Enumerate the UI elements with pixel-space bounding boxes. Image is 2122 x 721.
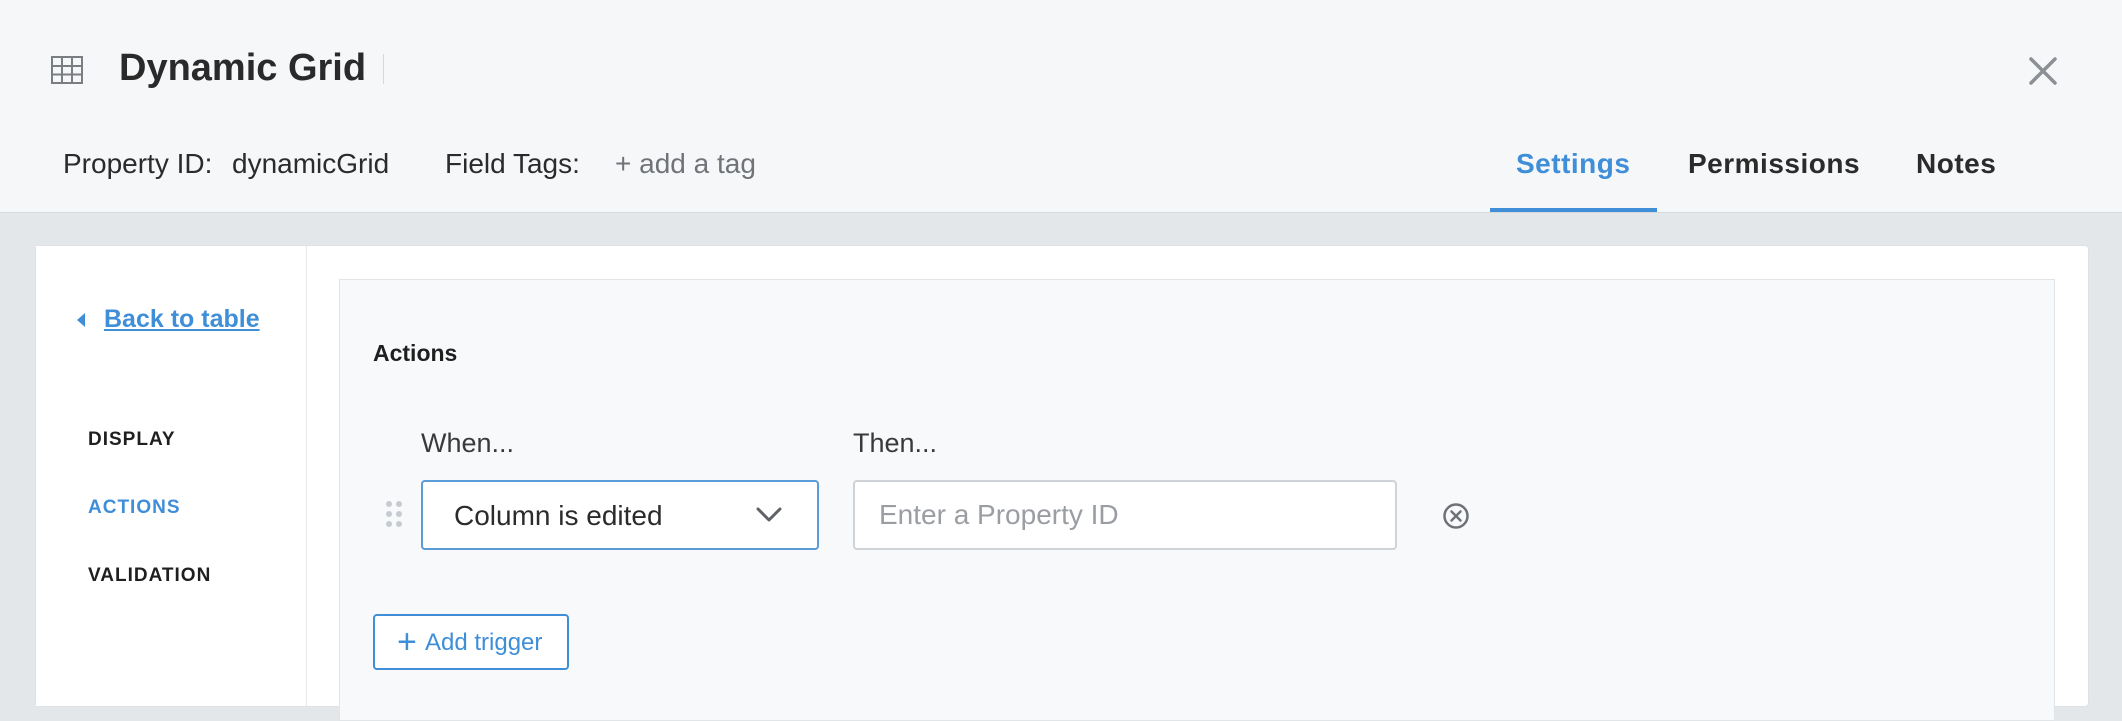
field-tags-label: Field Tags: xyxy=(445,148,580,179)
tab-notes[interactable]: Notes xyxy=(1916,146,1996,182)
side-nav: Back to table DISPLAY ACTIONS VALIDATION xyxy=(36,246,307,706)
add-trigger-button[interactable]: + Add trigger xyxy=(373,614,569,670)
when-select-value: Column is edited xyxy=(454,500,663,531)
active-tab-indicator xyxy=(1490,208,1657,212)
settings-card: Back to table DISPLAY ACTIONS VALIDATION… xyxy=(35,245,2089,721)
sidebar-item-validation[interactable]: VALIDATION xyxy=(88,563,211,589)
property-id-value: dynamicGrid xyxy=(232,148,390,179)
section-title: Actions xyxy=(373,340,458,366)
tab-permissions[interactable]: Permissions xyxy=(1688,146,1860,182)
drag-handle-icon[interactable] xyxy=(385,500,403,528)
title-divider xyxy=(383,54,384,84)
close-icon[interactable] xyxy=(2026,54,2060,88)
then-property-id-input[interactable] xyxy=(853,480,1397,550)
tab-settings[interactable]: Settings xyxy=(1516,146,1630,182)
sidebar-item-actions[interactable]: ACTIONS xyxy=(88,495,181,521)
actions-panel: Actions When... Then... Column is edited… xyxy=(339,279,2055,721)
remove-trigger-icon[interactable] xyxy=(1442,502,1470,530)
when-select[interactable]: Column is edited xyxy=(421,480,819,550)
add-trigger-label: Add trigger xyxy=(425,629,543,656)
chevron-down-icon xyxy=(756,507,782,522)
sidebar-item-display[interactable]: DISPLAY xyxy=(88,427,176,453)
caret-left-icon xyxy=(77,313,85,327)
modal-header: Dynamic Grid Property ID: dynamicGrid Fi… xyxy=(0,0,2122,213)
add-tag-link[interactable]: + add a tag xyxy=(615,146,756,182)
back-to-table-label: Back to table xyxy=(104,305,260,333)
table-grid-icon xyxy=(51,56,83,84)
property-id-label: Property ID: xyxy=(63,148,213,179)
plus-icon: + xyxy=(397,623,417,661)
page-title: Dynamic Grid xyxy=(119,47,367,89)
when-label: When... xyxy=(421,428,515,458)
then-label: Then... xyxy=(853,428,938,458)
